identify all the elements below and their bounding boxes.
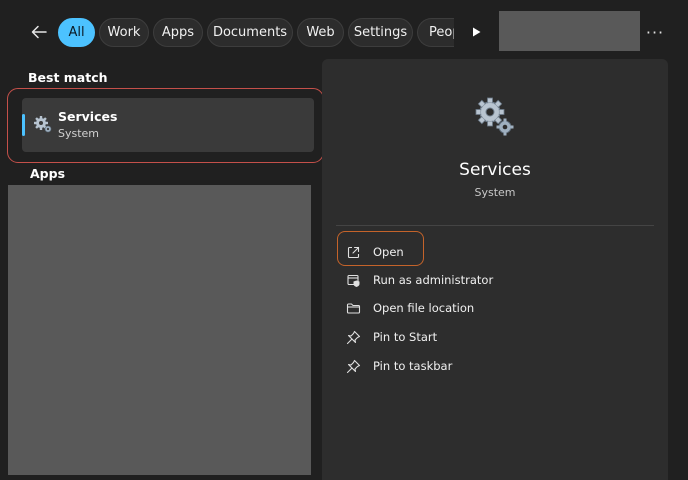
tab-settings[interactable]: Settings <box>348 18 413 47</box>
action-label: Open file location <box>373 301 475 315</box>
more-options-button[interactable]: ··· <box>643 20 667 44</box>
apps-heading: Apps <box>30 166 66 181</box>
tab-work[interactable]: Work <box>99 18 149 47</box>
back-button[interactable] <box>27 20 51 44</box>
play-icon <box>473 27 481 37</box>
pin-icon <box>344 328 362 346</box>
folder-icon <box>344 299 362 317</box>
scroll-tabs-button[interactable] <box>466 22 486 42</box>
details-pane: Services System Open Run as administrato… <box>322 59 668 480</box>
selection-indicator <box>22 114 25 136</box>
divider <box>336 225 654 226</box>
best-match-result-services[interactable]: Services System <box>22 98 314 152</box>
gears-icon <box>34 116 52 133</box>
action-label: Pin to taskbar <box>373 359 453 373</box>
best-match-heading: Best match <box>28 70 108 85</box>
shield-admin-icon <box>344 271 362 289</box>
action-open[interactable]: Open <box>344 241 404 263</box>
tab-web[interactable]: Web <box>297 18 344 47</box>
apps-list-redacted <box>8 185 311 475</box>
back-arrow-icon <box>31 25 47 39</box>
pin-icon <box>344 357 362 375</box>
result-subtitle: System <box>58 127 100 140</box>
action-label: Open <box>373 245 404 259</box>
result-title: Services <box>58 109 118 124</box>
details-title: Services <box>459 160 531 180</box>
open-external-icon <box>344 243 362 261</box>
action-label: Pin to Start <box>373 330 438 344</box>
gears-icon <box>475 97 514 136</box>
search-filter-bar: All Work Apps Documents Web Settings Peo… <box>0 0 688 62</box>
action-run-as-administrator[interactable]: Run as administrator <box>344 269 493 291</box>
details-subtitle: System <box>474 186 516 199</box>
tab-people[interactable]: Peop <box>417 18 454 47</box>
tab-apps[interactable]: Apps <box>153 18 203 47</box>
redacted-area <box>499 11 640 51</box>
action-open-file-location[interactable]: Open file location <box>344 297 474 319</box>
action-label: Run as administrator <box>373 273 494 287</box>
tab-all[interactable]: All <box>58 18 95 47</box>
action-pin-to-taskbar[interactable]: Pin to taskbar <box>344 355 452 377</box>
tab-documents[interactable]: Documents <box>207 18 293 47</box>
action-pin-to-start[interactable]: Pin to Start <box>344 326 437 348</box>
